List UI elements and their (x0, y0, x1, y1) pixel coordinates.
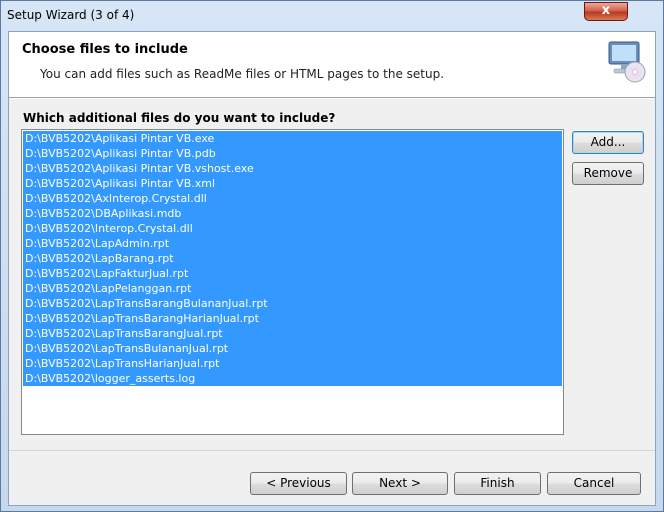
list-item[interactable]: D:\BVB5202\Aplikasi Pintar VB.exe (23, 131, 562, 146)
list-item[interactable]: D:\BVB5202\LapAdmin.rpt (23, 236, 562, 251)
list-item[interactable]: D:\BVB5202\LapBarang.rpt (23, 251, 562, 266)
wizard-header: Choose files to include You can add file… (9, 32, 655, 98)
list-item[interactable]: D:\BVB5202\LapTransBulananJual.rpt (23, 341, 562, 356)
list-item[interactable]: D:\BVB5202\LapFakturJual.rpt (23, 266, 562, 281)
close-icon: x (601, 3, 611, 18)
previous-button[interactable]: < Previous (250, 472, 347, 495)
header-separator (9, 98, 655, 99)
list-item[interactable]: D:\BVB5202\Aplikasi Pintar VB.xml (23, 176, 562, 191)
list-item[interactable]: D:\BVB5202\DBAplikasi.mdb (23, 206, 562, 221)
list-item[interactable]: D:\BVB5202\Interop.Crystal.dll (23, 221, 562, 236)
files-listbox[interactable]: D:\BVB5202\Aplikasi Pintar VB.exe D:\BVB5… (21, 129, 564, 435)
cancel-button[interactable]: Cancel (547, 472, 641, 495)
list-item[interactable]: D:\BVB5202\LapTransHarianJual.rpt (23, 356, 562, 371)
close-button[interactable]: x (584, 2, 628, 21)
finish-button[interactable]: Finish (454, 472, 541, 495)
list-item[interactable]: D:\BVB5202\Aplikasi Pintar VB.vshost.exe (23, 161, 562, 176)
footer-separator (9, 450, 655, 451)
list-item[interactable]: D:\BVB5202\LapTransBarangBulananJual.rpt (23, 296, 562, 311)
window-title: Setup Wizard (3 of 4) (7, 8, 135, 22)
wizard-client-area: Choose files to include You can add file… (8, 31, 656, 506)
list-item[interactable]: D:\BVB5202\LapPelanggan.rpt (23, 281, 562, 296)
page-title: Choose files to include (22, 42, 188, 57)
list-item[interactable]: D:\BVB5202\LapTransBarangJual.rpt (23, 326, 562, 341)
list-item[interactable]: D:\BVB5202\logger_asserts.log (23, 371, 562, 386)
files-list: D:\BVB5202\Aplikasi Pintar VB.exe D:\BVB5… (23, 131, 562, 386)
add-button[interactable]: Add... (572, 131, 644, 154)
files-question-label: Which additional files do you want to in… (23, 111, 336, 125)
computer-cd-icon (608, 41, 646, 83)
next-button[interactable]: Next > (352, 472, 448, 495)
list-item[interactable]: D:\BVB5202\AxInterop.Crystal.dll (23, 191, 562, 206)
setup-wizard-window: Setup Wizard (3 of 4) x Choose files to … (0, 0, 664, 512)
list-item[interactable]: D:\BVB5202\LapTransBarangHarianJual.rpt (23, 311, 562, 326)
title-bar[interactable]: Setup Wizard (3 of 4) x (1, 1, 663, 31)
list-item[interactable]: D:\BVB5202\Aplikasi Pintar VB.pdb (23, 146, 562, 161)
page-description: You can add files such as ReadMe files o… (40, 67, 445, 81)
remove-button[interactable]: Remove (572, 162, 644, 185)
